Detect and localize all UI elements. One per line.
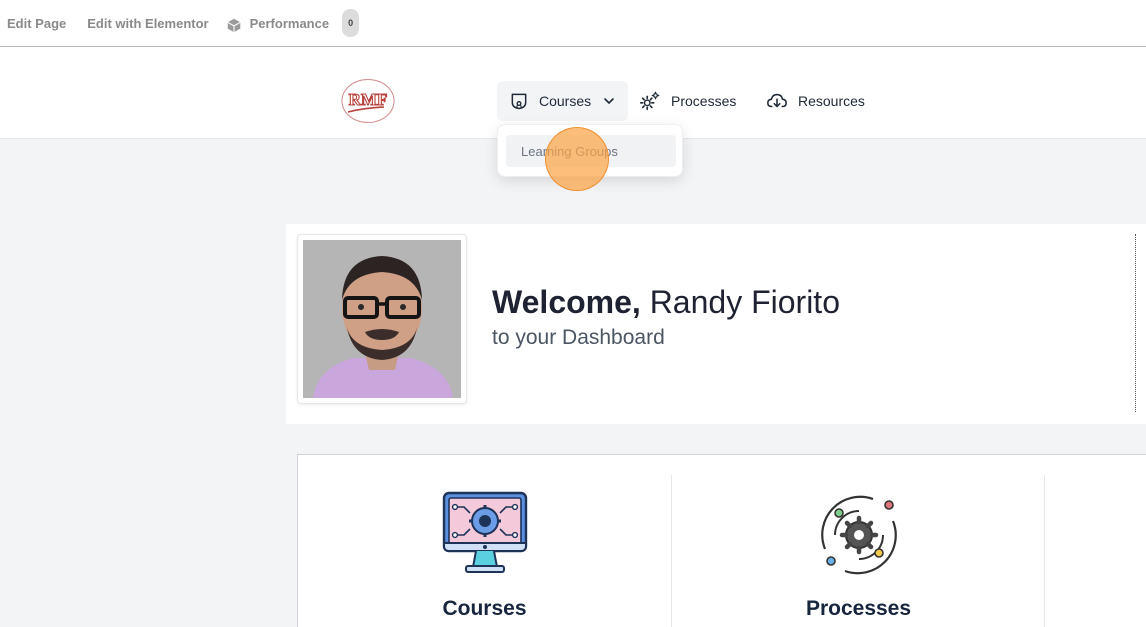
cloud-download-icon — [767, 93, 787, 108]
orbit-gear-icon — [820, 495, 897, 575]
admin-bar: Edit Page Edit with Elementor Performanc… — [0, 0, 1146, 47]
avatar — [303, 240, 461, 398]
nav-processes-label: Processes — [671, 93, 737, 109]
dashboard-tiles: Courses Processes — [297, 454, 1146, 627]
user-name: Randy Fiorito — [649, 284, 840, 320]
edit-with-elementor-link[interactable]: Edit with Elementor — [87, 16, 208, 31]
edit-page-link[interactable]: Edit Page — [7, 16, 66, 31]
welcome-card: Welcome, Randy Fiorito to your Dashboard — [286, 224, 1146, 424]
nav-resources[interactable]: Resources — [766, 81, 865, 121]
performance-menu[interactable]: Performance — [225, 13, 329, 34]
nav-processes[interactable]: Processes — [639, 81, 736, 121]
tile-courses-label: Courses — [442, 597, 527, 620]
nav-courses-label: Courses — [539, 93, 592, 109]
tile-processes-label: Processes — [805, 597, 912, 620]
site-logo[interactable]: RMF — [340, 78, 396, 124]
nav-courses[interactable]: Courses — [497, 81, 628, 121]
tile-courses[interactable]: Courses — [298, 455, 671, 627]
performance-icon — [227, 18, 241, 32]
performance-label: Performance — [249, 15, 330, 31]
welcome-heading: Welcome, Randy Fiorito — [492, 284, 840, 321]
nav-resources-label: Resources — [798, 93, 865, 109]
courses-nav-icon — [511, 93, 527, 110]
click-indicator — [545, 127, 609, 191]
gears-icon — [640, 91, 660, 111]
performance-count-badge: 0 — [342, 9, 360, 37]
card-divider — [1135, 234, 1136, 412]
tile-divider — [1044, 475, 1045, 627]
chevron-down-icon — [604, 98, 614, 105]
logo-text: RMF — [349, 90, 388, 109]
welcome-subtitle: to your Dashboard — [492, 326, 665, 349]
tile-processes[interactable]: Processes — [672, 455, 1045, 627]
avatar-frame — [297, 234, 467, 404]
welcome-greeting: Welcome, — [492, 284, 641, 320]
computer-gear-icon — [442, 491, 527, 573]
